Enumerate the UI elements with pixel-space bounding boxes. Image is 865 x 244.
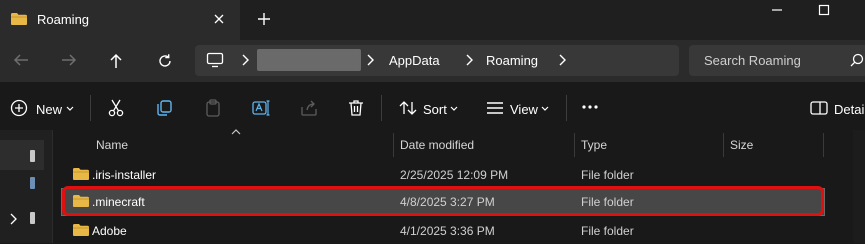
column-divider[interactable] xyxy=(393,133,394,157)
column-header-name[interactable]: Name xyxy=(96,138,128,152)
nav-item-icon xyxy=(30,150,35,162)
folder-icon xyxy=(72,167,90,181)
cut-icon[interactable] xyxy=(106,98,126,118)
details-pane-icon[interactable] xyxy=(809,100,829,116)
file-name: Adobe xyxy=(92,224,127,238)
new-tab-button[interactable] xyxy=(256,11,272,27)
paste-icon[interactable] xyxy=(203,98,223,118)
chevron-right-icon[interactable] xyxy=(8,212,18,226)
nav-item-icon xyxy=(30,212,35,224)
scrollbar[interactable] xyxy=(853,130,865,243)
table-row[interactable]: .iris-installer 2/25/2025 12:09 PM File … xyxy=(62,162,824,188)
breadcrumb-appdata[interactable]: AppData xyxy=(389,53,440,68)
new-button[interactable]: New xyxy=(36,102,62,117)
tab-title: Roaming xyxy=(37,12,90,27)
chevron-down-icon[interactable] xyxy=(450,106,458,112)
sort-ascending-icon xyxy=(231,128,241,136)
annotation-highlight-box xyxy=(62,186,824,216)
back-arrow-icon[interactable] xyxy=(12,52,30,68)
search-icon[interactable] xyxy=(849,52,865,68)
toolbar-divider xyxy=(90,95,91,121)
folder-icon xyxy=(72,223,90,237)
computer-icon[interactable] xyxy=(206,52,224,68)
breadcrumb-chevron-icon[interactable] xyxy=(463,51,475,69)
share-icon[interactable] xyxy=(299,98,319,118)
tab-roaming[interactable] xyxy=(0,0,240,40)
file-type: File folder xyxy=(581,168,634,182)
maximize-icon[interactable] xyxy=(817,3,831,17)
toolbar-divider xyxy=(566,95,567,121)
table-row[interactable]: Adobe 4/1/2025 3:36 PM File folder xyxy=(62,218,824,244)
more-options-icon[interactable] xyxy=(581,103,599,111)
column-divider[interactable] xyxy=(823,133,824,157)
pane-divider xyxy=(52,130,53,243)
breadcrumb-chevron-icon[interactable] xyxy=(364,51,376,69)
file-type: File folder xyxy=(581,224,634,238)
column-header-size[interactable]: Size xyxy=(730,138,753,152)
column-header-type[interactable]: Type xyxy=(581,138,607,152)
breadcrumb-chevron-icon[interactable] xyxy=(239,51,251,69)
copy-icon[interactable] xyxy=(154,98,174,118)
folder-icon xyxy=(10,12,28,26)
delete-icon[interactable] xyxy=(346,98,366,118)
add-circle-icon[interactable] xyxy=(10,99,28,117)
view-list-icon[interactable] xyxy=(485,99,505,117)
details-button[interactable]: Details xyxy=(834,102,865,117)
chevron-down-icon[interactable] xyxy=(541,106,549,112)
breadcrumb-roaming[interactable]: Roaming xyxy=(486,53,538,68)
search-placeholder: Search Roaming xyxy=(704,53,801,68)
rename-icon[interactable] xyxy=(251,98,271,118)
view-button[interactable]: View xyxy=(510,102,538,117)
column-divider[interactable] xyxy=(723,133,724,157)
file-date-modified: 4/1/2025 3:36 PM xyxy=(400,224,495,238)
file-date-modified: 2/25/2025 12:09 PM xyxy=(400,168,509,182)
sort-icon[interactable] xyxy=(398,99,418,117)
up-arrow-icon[interactable] xyxy=(108,52,124,70)
redacted-username xyxy=(257,49,361,71)
column-header-date-modified[interactable]: Date modified xyxy=(400,138,474,152)
column-divider[interactable] xyxy=(574,133,575,157)
sort-button[interactable]: Sort xyxy=(423,102,447,117)
chevron-down-icon[interactable] xyxy=(66,106,74,112)
refresh-icon[interactable] xyxy=(156,52,174,70)
nav-item-icon xyxy=(30,177,35,189)
breadcrumb-chevron-icon[interactable] xyxy=(556,51,568,69)
file-name: .iris-installer xyxy=(92,168,157,182)
nav-item-selected[interactable] xyxy=(0,140,44,170)
close-icon[interactable] xyxy=(212,12,226,26)
toolbar-divider xyxy=(381,95,382,121)
forward-arrow-icon[interactable] xyxy=(60,52,78,68)
minimize-icon[interactable] xyxy=(770,3,784,17)
